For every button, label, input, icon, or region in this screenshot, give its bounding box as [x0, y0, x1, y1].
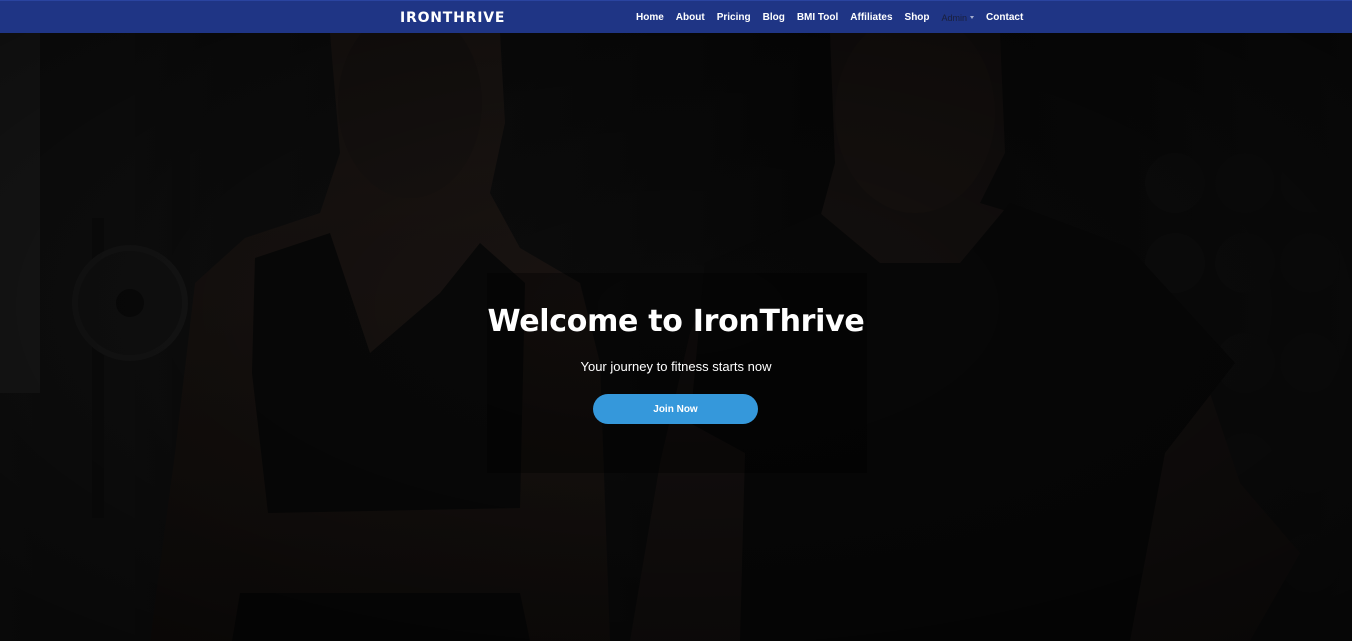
- top-navigation-bar: IRONTHRIVE Home About Pricing Blog BMI T…: [0, 0, 1352, 33]
- hero-section: Welcome to IronThrive Your journey to fi…: [0, 33, 1352, 641]
- hero-title: Welcome to IronThrive: [487, 304, 865, 339]
- brand-logo-text[interactable]: IRONTHRIVE: [400, 10, 505, 26]
- nav-about-link[interactable]: About: [676, 12, 705, 23]
- nav-home-link[interactable]: Home: [636, 12, 664, 23]
- nav-admin-label: Admin: [941, 12, 968, 23]
- join-now-button[interactable]: Join Now: [593, 394, 758, 424]
- nav-pricing-link[interactable]: Pricing: [717, 12, 751, 23]
- nav-shop-link[interactable]: Shop: [905, 12, 930, 23]
- nav-blog-link[interactable]: Blog: [763, 12, 785, 23]
- main-nav: Home About Pricing Blog BMI Tool Affilia…: [636, 1, 1035, 34]
- chevron-down-icon: [970, 16, 975, 19]
- hero-subtitle: Your journey to fitness starts now: [580, 359, 772, 374]
- nav-bmi-tool-link[interactable]: BMI Tool: [797, 12, 838, 23]
- nav-contact-link[interactable]: Contact: [986, 12, 1023, 23]
- nav-admin-dropdown[interactable]: Admin: [942, 13, 975, 23]
- nav-affiliates-link[interactable]: Affiliates: [850, 12, 892, 23]
